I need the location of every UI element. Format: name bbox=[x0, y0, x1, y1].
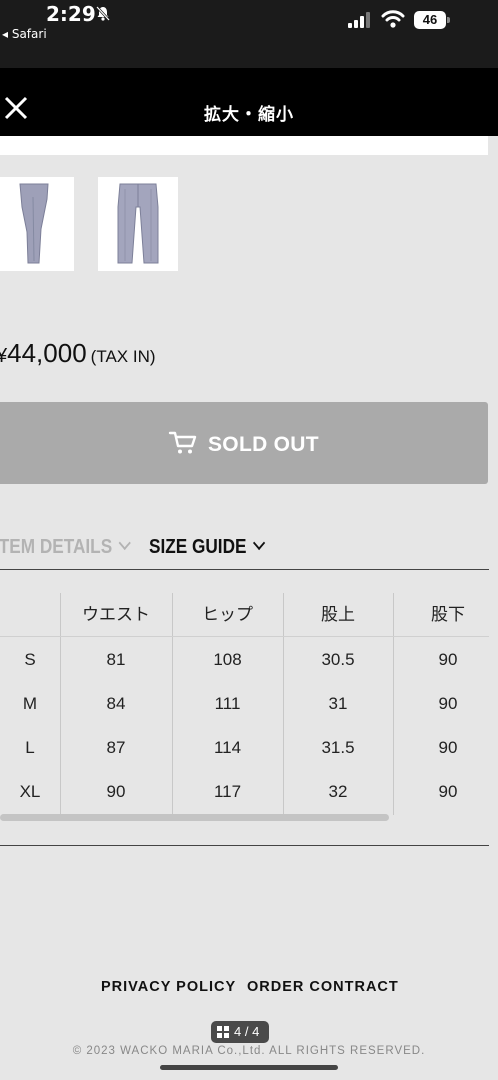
cart-icon bbox=[168, 431, 197, 454]
sold-out-button[interactable]: SOLD OUT bbox=[0, 402, 488, 484]
table-cell: L bbox=[25, 738, 35, 757]
product-thumbnail[interactable] bbox=[0, 177, 74, 271]
table-header-cell: ウエスト bbox=[82, 605, 150, 624]
table-cell: 30.5 bbox=[321, 650, 355, 669]
status-time: 2:29 bbox=[46, 2, 96, 26]
chevron-down-icon bbox=[118, 535, 132, 551]
table-cell: 90 bbox=[438, 650, 458, 669]
table-cell: 111 bbox=[214, 694, 241, 713]
battery-indicator: 46 bbox=[414, 11, 450, 29]
table-cell: 90 bbox=[438, 694, 458, 713]
table-header-row: ウエスト ヒップ 股上 股下 bbox=[0, 593, 489, 637]
table-header-cell: 股下 bbox=[431, 605, 465, 624]
tab-size-guide[interactable]: SIZE GUIDE bbox=[149, 535, 266, 559]
table-cell: 87 bbox=[106, 738, 126, 757]
home-indicator[interactable] bbox=[160, 1065, 338, 1070]
table-horizontal-scrollbar[interactable] bbox=[0, 814, 389, 821]
back-to-safari-link[interactable]: ◂ Safari bbox=[2, 27, 47, 41]
status-bar: 2:29 ◂ Safari 46 bbox=[0, 0, 498, 68]
table-cell: 31.5 bbox=[321, 738, 355, 757]
section-divider bbox=[0, 845, 489, 846]
image-viewer-edge bbox=[0, 136, 488, 155]
price-amount: 44,000 bbox=[7, 338, 87, 368]
privacy-policy-link[interactable]: PRIVACY POLICY bbox=[101, 979, 236, 995]
wifi-icon bbox=[381, 10, 405, 28]
zoom-header: 拡大・縮小 bbox=[0, 68, 498, 136]
table-cell: 90 bbox=[438, 738, 458, 757]
table-row: L 87 114 31.5 90 bbox=[0, 726, 489, 770]
table-cell: 114 bbox=[213, 738, 242, 757]
order-contract-link[interactable]: ORDER CONTRACT bbox=[247, 979, 399, 995]
chevron-down-icon bbox=[253, 535, 266, 551]
trousers-front-image bbox=[117, 183, 159, 264]
page-indicator[interactable]: 4 / 4 bbox=[211, 1021, 269, 1043]
table-cell: 84 bbox=[106, 694, 126, 713]
sold-out-label: SOLD OUT bbox=[208, 433, 319, 456]
table-row: M 84 111 31 90 bbox=[0, 682, 489, 726]
page-indicator-text: 4 / 4 bbox=[234, 1024, 260, 1039]
table-cell: 90 bbox=[438, 782, 458, 801]
table-cell: 117 bbox=[213, 782, 242, 801]
table-cell: 81 bbox=[106, 650, 126, 669]
silent-bell-icon bbox=[96, 6, 110, 24]
product-thumbnail[interactable] bbox=[98, 177, 178, 271]
table-cell: 90 bbox=[106, 782, 126, 801]
copyright-text: © 2023 WACKO MARIA Co.,Ltd. ALL RIGHTS R… bbox=[72, 1045, 426, 1057]
table-header-cell: ヒップ bbox=[202, 605, 253, 624]
table-row: S 81 108 30.5 90 bbox=[0, 638, 489, 682]
tax-note: (TAX IN) bbox=[90, 347, 156, 366]
table-cell: 108 bbox=[213, 650, 242, 669]
table-header-cell bbox=[0, 593, 60, 637]
tab-size-guide-label: SIZE GUIDE bbox=[149, 536, 247, 558]
tab-item-details-label: ITEM DETAILS bbox=[0, 536, 113, 558]
table-cell: 32 bbox=[328, 782, 348, 801]
table-cell: M bbox=[22, 694, 38, 713]
table-row: XL 90 117 32 90 bbox=[0, 770, 489, 814]
product-price: ¥44,000 (TAX IN) bbox=[0, 338, 156, 369]
trousers-side-image bbox=[19, 183, 49, 264]
tabs-divider bbox=[0, 569, 489, 570]
table-header-cell: 股上 bbox=[321, 605, 355, 624]
table-cell: XL bbox=[19, 782, 41, 801]
cellular-signal-icon bbox=[348, 12, 372, 28]
grid-icon bbox=[217, 1026, 229, 1038]
table-cell: 31 bbox=[328, 694, 348, 713]
table-cell: S bbox=[24, 650, 36, 669]
tab-item-details[interactable]: ITEM DETAILS bbox=[0, 535, 132, 559]
zoom-title: 拡大・縮小 bbox=[204, 105, 294, 124]
